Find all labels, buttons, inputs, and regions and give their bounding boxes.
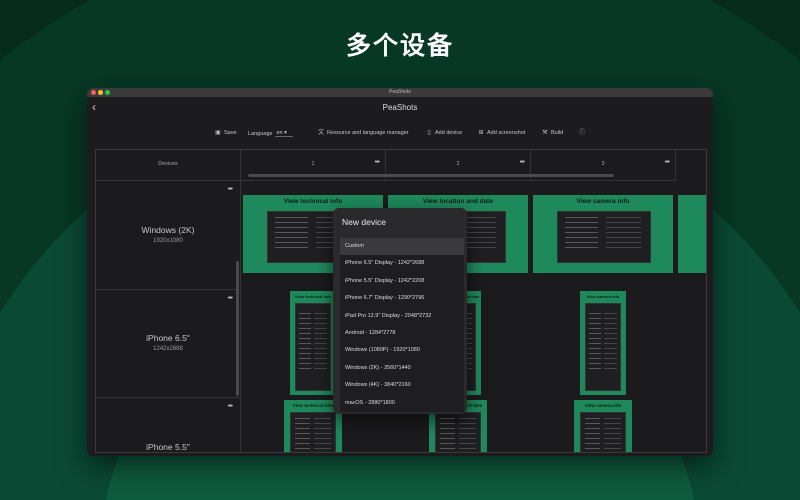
screenshot-caption: View technical info <box>283 198 343 205</box>
screenshot-preview <box>290 412 336 452</box>
screenshot-thumbnail[interactable] <box>678 195 706 273</box>
phone-icon: ▯ <box>427 130 431 136</box>
device-row[interactable]: ••• iPhone 6.5" 1242x2688 <box>96 290 240 398</box>
column-number: 3 <box>601 161 605 167</box>
device-option-windows-1080p[interactable]: Windows (1080P) - 1920*1080 <box>340 342 464 359</box>
screenshot-thumbnail[interactable]: View technical info <box>290 291 336 395</box>
info-button[interactable]: ⓘ <box>579 130 585 136</box>
device-option-windows-4k[interactable]: Windows (4K) - 3840*2160 <box>340 377 464 394</box>
translate-icon: 文 <box>318 130 325 136</box>
save-icon: ▣ <box>215 130 221 136</box>
add-device-label: Add device <box>435 130 463 136</box>
vertical-scrollbar[interactable] <box>236 261 239 396</box>
screenshot-preview <box>585 303 621 391</box>
screenshot-caption: View camera info <box>576 198 630 205</box>
save-label: Save <box>224 130 237 136</box>
language-value: en <box>276 130 283 136</box>
screenshot-thumbnail[interactable]: View camera info <box>580 291 626 395</box>
device-row[interactable]: ••• iPhone 5.5" <box>96 398 240 452</box>
device-column: ••• Windows (2K) 1920x1080 ••• iPhone 6.… <box>96 181 241 452</box>
device-resolution: 1242x2688 <box>153 346 183 352</box>
device-row[interactable]: ••• Windows (2K) 1920x1080 <box>96 181 240 290</box>
add-screenshot-button[interactable]: ⊞ Add screenshot <box>478 130 525 136</box>
device-name: Windows (2K) <box>141 225 195 235</box>
device-option-ipad-pro-129[interactable]: iPad Pro 12.9" Display - 2048*2732 <box>340 308 464 325</box>
device-option-macos[interactable]: macOS - 2880*1800 <box>340 395 464 412</box>
screenshot-caption: View technical info <box>295 294 331 299</box>
screenshot-preview <box>435 412 481 452</box>
device-name: iPhone 6.5" <box>146 333 190 343</box>
device-option-android[interactable]: Android - 1284*2778 <box>340 325 464 342</box>
device-option-iphone-55[interactable]: iPhone 5.5" Display - 1242*2208 <box>340 273 464 290</box>
devices-header: Devices <box>96 150 241 181</box>
screenshot-preview <box>580 412 626 452</box>
device-option-custom[interactable]: Custom <box>340 238 464 256</box>
add-image-icon: ⊞ <box>478 130 484 136</box>
screenshot-preview <box>557 211 651 263</box>
hammer-icon: ⚒ <box>542 130 548 136</box>
window-titlebar: PeaShots <box>87 88 713 97</box>
page-headline: 多个设备 <box>345 31 454 60</box>
info-icon: ⓘ <box>579 130 586 136</box>
screenshot-thumbnail[interactable]: View camera info <box>574 400 632 452</box>
more-options-icon[interactable]: ••• <box>520 159 525 166</box>
window-title: PeaShots <box>389 89 411 95</box>
screenshot-thumbnail[interactable]: View camera info <box>533 195 673 273</box>
screenshot-caption: View camera info <box>586 294 620 299</box>
save-button[interactable]: ▣ Save <box>215 130 237 136</box>
language-select[interactable]: en ▾ <box>275 130 293 137</box>
device-resolution: 1920x1080 <box>153 238 183 244</box>
more-options-icon[interactable]: ••• <box>228 295 233 302</box>
app-title: PeaShots <box>382 103 418 112</box>
language-label: Language <box>248 130 273 137</box>
add-screenshot-label: Add screenshot <box>487 130 526 136</box>
build-button[interactable]: ⚒ Build <box>542 130 563 136</box>
column-number: 1 <box>311 161 315 167</box>
toolbar: ▣ Save Language en ▾ 文 Resource and lang… <box>87 128 713 140</box>
more-options-icon[interactable]: ••• <box>228 403 233 410</box>
screenshot-preview <box>295 303 331 391</box>
add-device-button[interactable]: ▯ Add device <box>426 130 462 136</box>
language-selector[interactable]: Language en ▾ <box>248 130 293 137</box>
more-options-icon[interactable]: ••• <box>665 159 670 166</box>
horizontal-scrollbar[interactable] <box>248 174 614 177</box>
app-header: ‹ PeaShots <box>87 97 713 119</box>
new-device-menu: New device Custom iPhone 6.5" Display - … <box>333 208 467 414</box>
more-options-icon[interactable]: ••• <box>375 159 380 166</box>
devices-header-label: Devices <box>158 161 178 167</box>
device-option-iphone-65[interactable]: iPhone 6.5" Display - 1242*2688 <box>340 255 464 272</box>
more-options-icon[interactable]: ••• <box>228 186 233 193</box>
resource-manager-button[interactable]: 文 Resource and language manager <box>318 130 409 136</box>
device-option-iphone-67[interactable]: iPhone 6.7" Display - 1290*2796 <box>340 290 464 307</box>
column-number: 2 <box>456 161 460 167</box>
build-label: Build <box>551 130 564 136</box>
device-name: iPhone 5.5" <box>146 442 190 452</box>
screenshot-caption: View camera info <box>584 403 622 408</box>
device-preset-list: Custom iPhone 6.5" Display - 1242*2688 i… <box>340 238 464 412</box>
screenshot-caption: View location and date <box>423 198 493 205</box>
new-device-menu-title: New device <box>342 217 386 227</box>
device-option-windows-2k[interactable]: Windows (2K) - 2560*1440 <box>340 360 464 377</box>
resource-manager-label: Resource and language manager <box>327 130 409 136</box>
